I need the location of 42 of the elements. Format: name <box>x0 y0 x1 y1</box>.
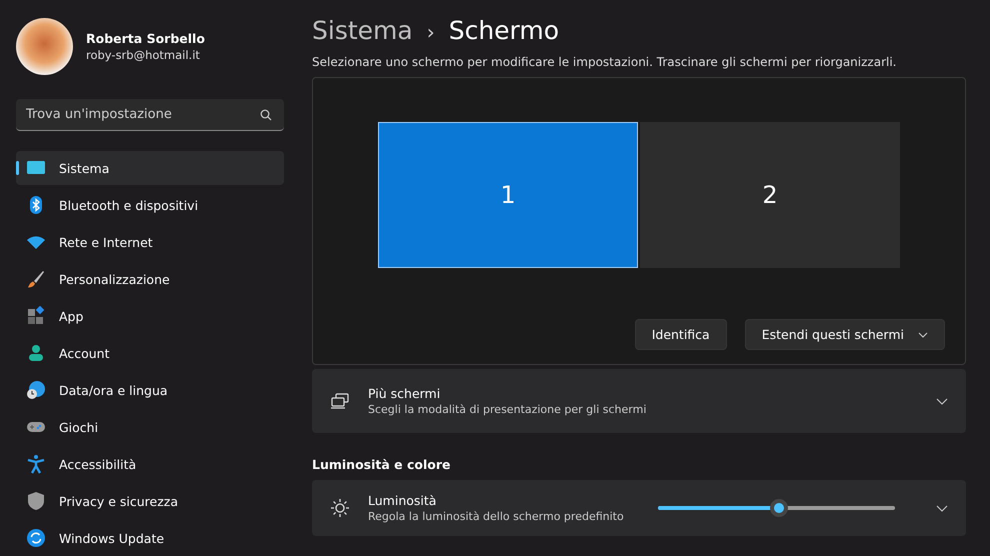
extend-dropdown[interactable]: Estendi questi schermi <box>744 319 945 350</box>
sidebar-item[interactable]: Sistema <box>16 151 284 185</box>
shield-icon <box>26 491 46 511</box>
chevron-down-icon <box>936 398 948 404</box>
sidebar-item[interactable]: Bluetooth e dispositivi <box>16 188 284 222</box>
sidebar-item[interactable]: Rete e Internet <box>16 225 284 259</box>
slider-thumb[interactable] <box>770 499 788 517</box>
user-name: Roberta Sorbello <box>86 31 205 46</box>
update-icon <box>26 528 46 548</box>
monitor-tile[interactable]: 2 <box>640 122 900 268</box>
identify-button[interactable]: Identifica <box>634 319 727 350</box>
sun-icon <box>330 498 350 518</box>
chevron-down-icon[interactable] <box>936 504 948 512</box>
sidebar-item[interactable]: Account <box>16 336 284 370</box>
sidebar-item[interactable]: Giochi <box>16 410 284 444</box>
card-title: Più schermi <box>368 386 442 401</box>
sidebar-item[interactable]: Privacy e sicurezza <box>16 484 284 518</box>
page-title: Schermo <box>448 16 560 45</box>
chevron-down-icon <box>918 332 928 338</box>
section-heading: Luminosità e colore <box>312 457 452 472</box>
sidebar-item[interactable]: Personalizzazione <box>16 262 284 296</box>
user-email: roby-srb@hotmail.it <box>86 48 201 62</box>
search-field[interactable]: Trova un'impostazione <box>16 99 284 131</box>
accessibility-icon <box>26 454 46 474</box>
breadcrumb-separator: › <box>426 20 435 44</box>
apps-icon <box>26 306 46 326</box>
sidebar-item[interactable]: App <box>16 299 284 333</box>
monitor-tile[interactable]: 1 <box>378 122 638 268</box>
sidebar-item[interactable]: Data/ora e lingua <box>16 373 284 407</box>
displays-icon <box>330 393 350 409</box>
card-subtitle: Scegli la modalità di presentazione per gli schermi <box>368 403 648 416</box>
person-icon <box>26 343 46 363</box>
multiple-displays-card[interactable]: Più schermi Scegli la modalità di presentazione per gli schermi <box>312 369 966 433</box>
card-subtitle: Regola la luminosità dello schermo predefinito <box>368 510 625 523</box>
globe-clock-icon <box>26 380 46 400</box>
breadcrumb-link[interactable]: Sistema <box>312 16 413 45</box>
sidebar-item[interactable]: Accessibilità <box>16 447 284 481</box>
brush-icon <box>26 269 46 289</box>
card-title: Luminosità <box>368 493 438 508</box>
instructions-text: Selezionare uno schermo per modificare le impostazioni. Trascinare gli schermi per riorganizzarli. <box>312 55 898 69</box>
sidebar-item[interactable]: Windows Update <box>16 521 284 555</box>
search-icon <box>260 109 272 121</box>
